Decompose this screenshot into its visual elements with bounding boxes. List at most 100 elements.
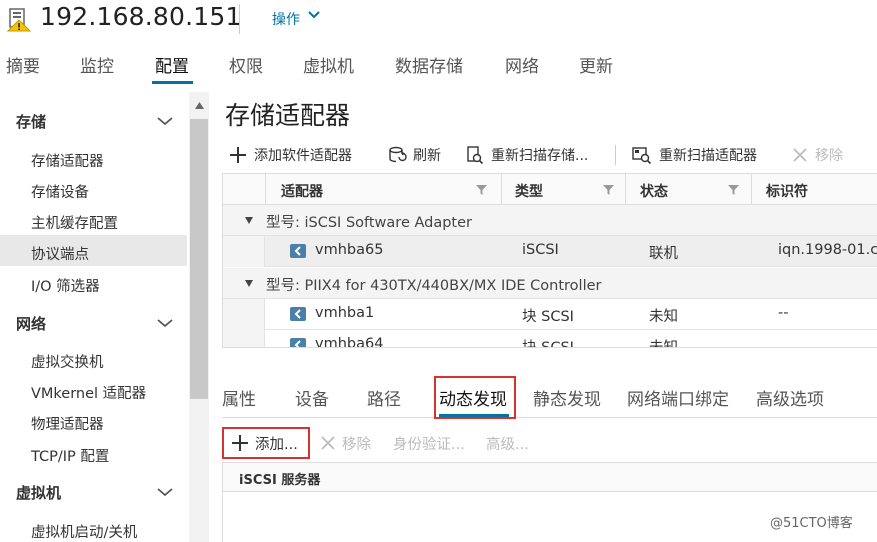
- advanced-label: 高级...: [486, 436, 529, 453]
- top-tabs: 摘要 监控 配置 权限 虚拟机 数据存储 网络 更新: [0, 48, 877, 85]
- tab-networks[interactable]: 网络: [505, 52, 539, 77]
- sidebar-section-vm[interactable]: 虚拟机: [16, 482, 61, 503]
- column-iscsi-server[interactable]: iSCSI 服务器: [239, 469, 320, 488]
- sidebar-item-storage-adapters[interactable]: 存储适配器: [31, 150, 104, 171]
- iscsi-server-header: iSCSI 服务器: [223, 463, 877, 492]
- table-row[interactable]: vmhba64 块 SCSI 未知: [223, 330, 877, 348]
- storage-adapter-icon: [290, 244, 306, 258]
- filter-icon[interactable]: [728, 185, 739, 195]
- scroll-up-icon[interactable]: [195, 102, 204, 109]
- tab-paths[interactable]: 路径: [367, 385, 401, 410]
- refresh-button[interactable]: 刷新: [387, 142, 441, 168]
- sidebar-item-host-cache[interactable]: 主机缓存配置: [31, 212, 118, 233]
- tab-vms[interactable]: 虚拟机: [303, 52, 354, 77]
- cell-adapter: vmhba1: [315, 305, 375, 321]
- tab-summary[interactable]: 摘要: [6, 52, 40, 77]
- sidebar-item-vm-startup[interactable]: 虚拟机启动/关机: [31, 521, 137, 542]
- cell-identifier: --: [778, 305, 789, 321]
- column-status[interactable]: 状态: [640, 181, 668, 201]
- advanced-button[interactable]: 高级...: [486, 432, 529, 454]
- page-title: 存储适配器: [225, 101, 351, 130]
- tab-static-discovery[interactable]: 静态发现: [533, 385, 601, 410]
- rescan-storage-button[interactable]: 重新扫描存储...: [465, 142, 588, 168]
- tab-updates[interactable]: 更新: [579, 52, 613, 77]
- group-row-piix4[interactable]: 型号: PIIX4 for 430TX/440BX/MX IDE Control…: [223, 268, 877, 299]
- group-label: 型号: iSCSI Software Adapter: [266, 215, 472, 231]
- collapse-triangle-icon[interactable]: [245, 217, 253, 224]
- remove-adapter-button[interactable]: 移除: [791, 142, 843, 168]
- sidebar-item-tcpip-config[interactable]: TCP/IP 配置: [31, 445, 109, 466]
- add-software-adapter-label: 添加软件适配器: [254, 148, 352, 164]
- adapter-toolbar: 添加软件适配器 刷新 重新扫描存储... 重新扫描适配器 移除: [225, 142, 877, 168]
- column-identifier[interactable]: 标识符: [766, 181, 808, 201]
- chevron-down-icon[interactable]: [157, 487, 173, 497]
- remove-target-label: 移除: [342, 436, 371, 453]
- rescan-adapter-button[interactable]: 重新扫描适配器: [631, 142, 757, 168]
- watermark: @51CTO博客: [770, 516, 853, 531]
- authentication-label: 身份验证...: [393, 436, 465, 453]
- detail-tabs: 属性 设备 路径 动态发现 静态发现 网络端口绑定 高级选项: [222, 378, 877, 418]
- column-type[interactable]: 类型: [515, 181, 543, 201]
- refresh-label: 刷新: [413, 148, 441, 164]
- host-title: 192.168.80.151: [40, 2, 242, 31]
- sidebar-selection-highlight: [0, 235, 187, 266]
- active-tab-indicator: [152, 81, 193, 84]
- chevron-down-icon[interactable]: [307, 8, 321, 22]
- row-gutter: [223, 236, 265, 267]
- rescan-adapter-icon: [632, 147, 652, 165]
- sidebar-item-io-filters[interactable]: I/O 筛选器: [31, 275, 100, 296]
- row-gutter: [223, 299, 265, 330]
- tab-port-binding[interactable]: 网络端口绑定: [627, 385, 729, 410]
- host-warning-icon: [7, 8, 31, 32]
- sidebar-item-physical-adapters[interactable]: 物理适配器: [31, 413, 104, 434]
- table-row[interactable]: vmhba1 块 SCSI 未知 --: [223, 299, 877, 330]
- close-icon: [321, 436, 335, 450]
- cell-identifier: iqn.1998-01.co: [778, 242, 877, 258]
- sidebar-item-protocol-endpoints[interactable]: 协议端点: [31, 243, 89, 264]
- storage-adapter-icon: [290, 307, 306, 321]
- tab-advanced-options[interactable]: 高级选项: [756, 385, 824, 410]
- grid-header: 适配器 类型 状态 标识符: [223, 174, 877, 205]
- close-icon: [793, 148, 807, 162]
- cell-adapter: vmhba64: [315, 336, 384, 348]
- cell-status: 未知: [649, 340, 678, 348]
- highlight-box: [222, 427, 310, 459]
- authentication-button[interactable]: 身份验证...: [393, 432, 465, 454]
- tab-monitor[interactable]: 监控: [80, 52, 114, 77]
- sidebar-section-network[interactable]: 网络: [16, 313, 46, 334]
- collapse-triangle-icon[interactable]: [245, 280, 253, 287]
- sidebar-item-vmkernel-adapters[interactable]: VMkernel 适配器: [31, 382, 146, 403]
- rescan-adapter-label: 重新扫描适配器: [659, 148, 757, 164]
- column-divider: [751, 174, 752, 205]
- table-row[interactable]: vmhba65 iSCSI 联机 iqn.1998-01.co: [223, 236, 877, 267]
- cell-type: 块 SCSI: [522, 309, 574, 325]
- sidebar-scroll-thumb[interactable]: [190, 119, 208, 399]
- tab-datastores[interactable]: 数据存储: [395, 52, 463, 77]
- header-divider: [239, 4, 240, 34]
- filter-icon[interactable]: [603, 185, 614, 195]
- adapter-grid: 适配器 类型 状态 标识符 型号: iSCSI Software Adapter…: [222, 173, 877, 348]
- filter-icon[interactable]: [476, 185, 487, 195]
- highlight-box: [434, 376, 516, 419]
- chevron-down-icon[interactable]: [157, 318, 173, 328]
- group-label: 型号: PIIX4 for 430TX/440BX/MX IDE Control…: [266, 278, 602, 294]
- add-software-adapter-button[interactable]: 添加软件适配器: [228, 142, 352, 168]
- column-divider: [625, 174, 626, 205]
- tab-devices[interactable]: 设备: [295, 385, 329, 410]
- column-divider: [265, 174, 266, 205]
- column-adapter[interactable]: 适配器: [281, 181, 323, 201]
- sidebar-section-storage[interactable]: 存储: [16, 111, 46, 132]
- tab-permissions[interactable]: 权限: [229, 52, 263, 77]
- sidebar-item-storage-devices[interactable]: 存储设备: [31, 181, 89, 202]
- remove-target-button[interactable]: 移除: [319, 432, 371, 454]
- tab-configure[interactable]: 配置: [155, 52, 189, 77]
- sidebar-item-vswitches[interactable]: 虚拟交换机: [31, 351, 104, 372]
- plus-icon: [230, 147, 246, 163]
- tab-properties[interactable]: 属性: [222, 385, 256, 410]
- toolbar-divider: [615, 145, 616, 165]
- cell-type: iSCSI: [522, 242, 559, 258]
- chevron-up-icon[interactable]: [157, 116, 173, 126]
- actions-menu[interactable]: 操作: [272, 9, 300, 29]
- group-row-iscsi[interactable]: 型号: iSCSI Software Adapter: [223, 205, 877, 236]
- cell-status: 联机: [649, 246, 678, 262]
